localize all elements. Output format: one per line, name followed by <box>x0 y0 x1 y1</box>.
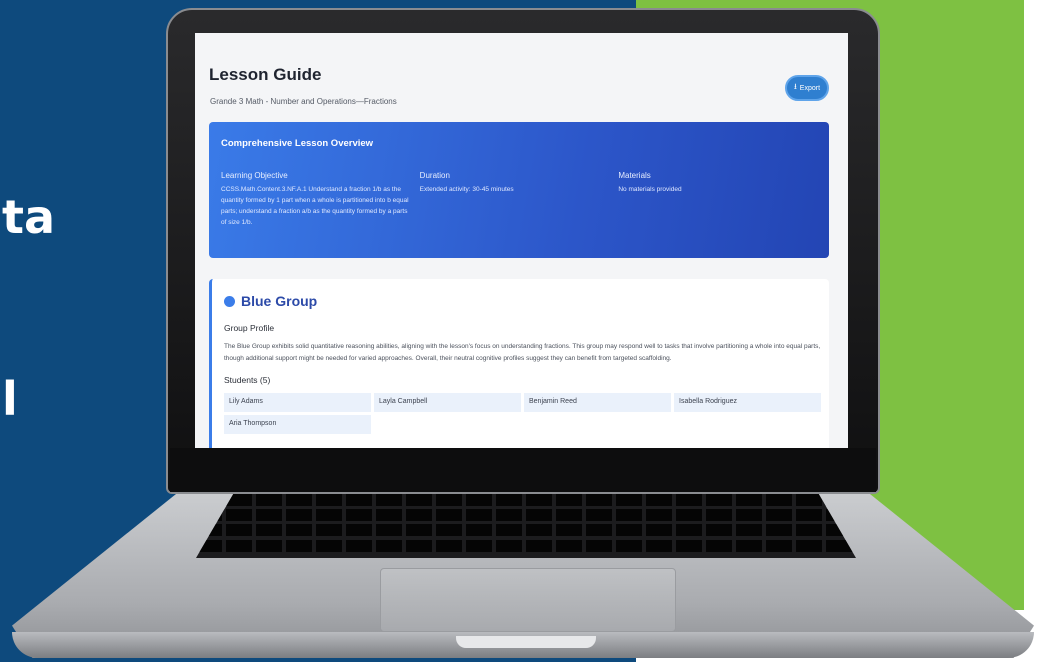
laptop-screen: Lesson Guide Grande 3 Math - Number and … <box>195 33 848 448</box>
duration-text: Extended activity: 30-45 minutes <box>419 186 514 193</box>
export-button[interactable]: ⭳ Export <box>785 75 829 101</box>
key-row <box>196 540 856 552</box>
laptop-keyboard <box>196 490 856 558</box>
group-header: Blue Group <box>224 293 817 309</box>
group-color-dot-icon <box>224 295 235 307</box>
lesson-overview-card: Comprehensive Lesson Overview Learning O… <box>209 122 829 258</box>
student-item[interactable]: Lily Adams <box>224 393 371 412</box>
duration-section: Duration Extended activity: 30-45 minute… <box>420 171 619 228</box>
learning-objective-section: Learning Objective CCSS.Math.Content.3.N… <box>221 171 420 228</box>
background-text-2: l <box>2 372 18 426</box>
key-row <box>196 494 856 506</box>
page-subtitle: Grande 3 Math - Number and Operations—Fr… <box>210 97 397 106</box>
learning-objective-label: Learning Objective <box>221 171 288 180</box>
student-item[interactable]: Layla Campbell <box>374 393 521 412</box>
group-card: Blue Group Group Profile The Blue Group … <box>209 279 829 448</box>
page-title: Lesson Guide <box>209 65 322 84</box>
group-profile-label: Group Profile <box>224 323 275 333</box>
students-list: Lily Adams Layla Campbell Benjamin Reed … <box>224 393 821 434</box>
background-edge <box>1024 0 1044 662</box>
key-row <box>196 524 856 536</box>
student-item[interactable]: Benjamin Reed <box>524 393 671 412</box>
overview-title: Comprehensive Lesson Overview <box>221 138 374 149</box>
students-label: Students (5) <box>224 375 271 385</box>
duration-label: Duration <box>419 171 450 180</box>
laptop-notch <box>456 636 596 648</box>
export-label: Export <box>799 84 821 92</box>
student-item[interactable]: Aria Thompson <box>224 415 371 434</box>
materials-section: Materials No materials provided <box>618 171 817 228</box>
background-text-1: ta <box>2 190 56 244</box>
materials-label: Materials <box>618 171 651 180</box>
group-title: Blue Group <box>241 293 318 309</box>
learning-objective-text: CCSS.Math.Content.3.NF.A.1 Understand a … <box>221 186 409 226</box>
materials-text: No materials provided <box>618 186 682 193</box>
download-icon: ⭳ <box>793 82 797 91</box>
key-row <box>196 509 856 521</box>
laptop-trackpad <box>380 568 676 632</box>
student-item[interactable]: Isabella Rodriguez <box>674 393 821 412</box>
laptop-chin <box>170 448 876 492</box>
group-profile-text: The Blue Group exhibits solid quantitati… <box>224 343 821 362</box>
